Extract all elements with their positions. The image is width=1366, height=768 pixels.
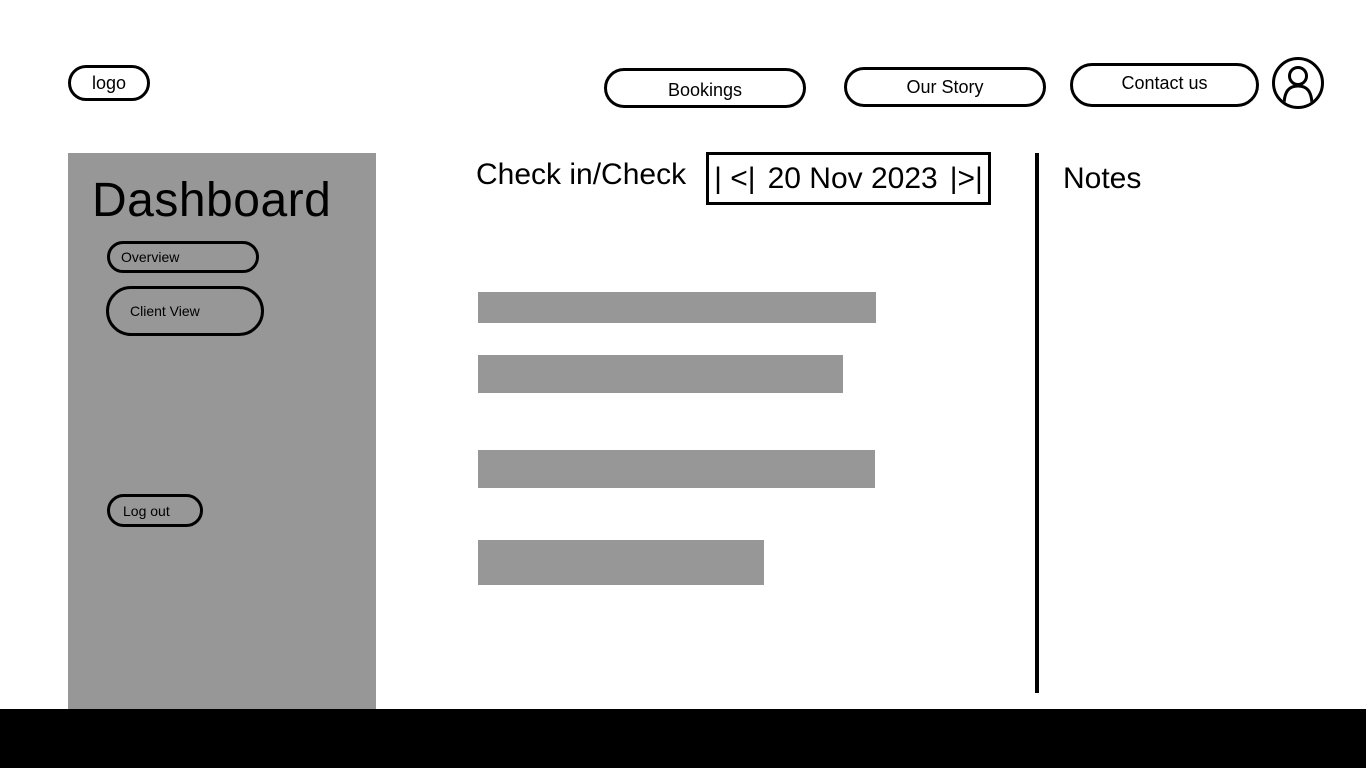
- checkin-heading: Check in/Check: [476, 158, 687, 191]
- placeholder-bar: [478, 450, 875, 488]
- sidebar-item-label: Client View: [130, 303, 200, 319]
- nav-our-story-button[interactable]: Our Story: [844, 67, 1046, 107]
- prev-date-button[interactable]: | <|: [712, 162, 757, 196]
- dashboard-page: logo Bookings Our Story Contact us Dashb…: [0, 0, 1366, 768]
- user-profile-icon-graphic: [1282, 66, 1314, 106]
- sidebar-item-overview[interactable]: Overview: [107, 241, 259, 273]
- placeholder-bar: [478, 355, 843, 393]
- sidebar: Dashboard Overview Client View Log out: [68, 153, 376, 709]
- current-date: 20 Nov 2023: [767, 161, 938, 195]
- logo[interactable]: logo: [68, 65, 150, 101]
- logout-label: Log out: [123, 502, 170, 519]
- sidebar-item-client-view[interactable]: Client View: [106, 286, 264, 336]
- nav-contact-label: Contact us: [1121, 72, 1208, 93]
- next-date-button[interactable]: |>|: [948, 162, 985, 196]
- sidebar-title: Dashboard: [92, 174, 332, 227]
- notes-heading: Notes: [1063, 162, 1142, 195]
- vertical-divider: [1035, 153, 1039, 693]
- nav-contact-button[interactable]: Contact us: [1070, 63, 1259, 107]
- placeholder-bar: [478, 540, 764, 585]
- nav-bookings-label: Bookings: [667, 79, 743, 100]
- logo-label: logo: [91, 72, 127, 93]
- logout-button[interactable]: Log out: [107, 494, 203, 527]
- date-navigator: | <| 20 Nov 2023 |>|: [706, 152, 991, 205]
- footer: [0, 709, 1366, 768]
- sidebar-item-label: Overview: [121, 249, 180, 265]
- placeholder-bar: [478, 292, 876, 323]
- nav-our-story-label: Our Story: [906, 76, 984, 97]
- user-profile-icon[interactable]: [1272, 57, 1324, 109]
- nav-bookings-button[interactable]: Bookings: [604, 68, 806, 108]
